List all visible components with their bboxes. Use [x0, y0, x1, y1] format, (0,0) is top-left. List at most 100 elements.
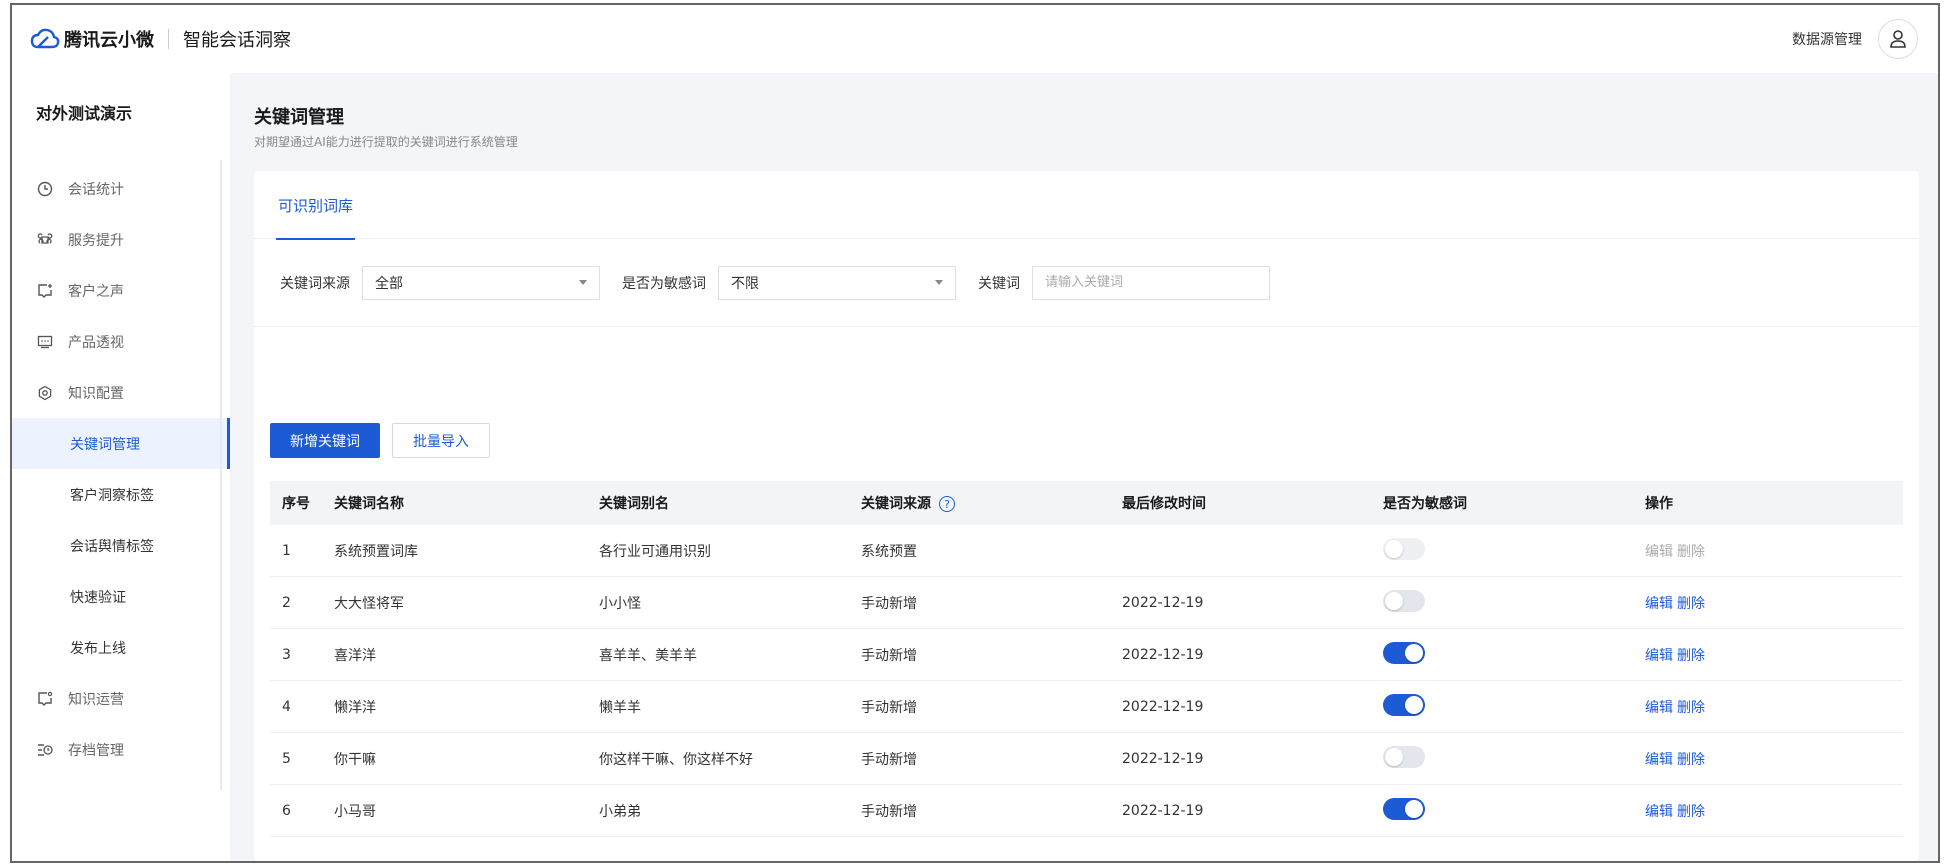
- sidebar-item[interactable]: 客户之声: [12, 265, 230, 316]
- tab-bar: 可识别词库: [254, 171, 1919, 240]
- sidebar-item[interactable]: 产品透视: [12, 316, 230, 367]
- row-number: 5: [282, 750, 291, 767]
- sensitive-select-value: 不限: [731, 275, 759, 292]
- keyword-source: 手动新增: [861, 699, 917, 716]
- sensitive-filter-label: 是否为敏感词: [622, 275, 706, 292]
- chevron-down-icon: [579, 279, 587, 285]
- row-actions: 编辑 删除: [1645, 697, 1845, 717]
- sidebar-item-label: 知识运营: [68, 691, 124, 708]
- column-header: 关键词别名: [599, 496, 669, 512]
- settings-icon: [36, 384, 54, 402]
- app-window: 腾讯云小微 智能会话洞察 数据源管理 对外测试演示 会话统计 服务提升客户之声产品…: [10, 3, 1940, 863]
- edit-button[interactable]: 编辑: [1645, 804, 1673, 820]
- delete-button[interactable]: 删除: [1677, 648, 1705, 664]
- keyword-name: 你干嘛: [334, 751, 376, 768]
- table-row: 2 大大怪将军 小小怪 手动新增 2022-12-19 编辑 删除: [270, 577, 1903, 629]
- sidebar-item[interactable]: 客户洞察标签: [12, 469, 230, 520]
- filter-bar: 关键词来源 全部 是否为敏感词 不限 关键词: [254, 239, 1919, 327]
- toggle-knob: [1405, 643, 1423, 662]
- sidebar: 对外测试演示 会话统计 服务提升客户之声产品透视知识配置关键词管理客户洞察标签 会话…: [12, 73, 230, 861]
- column-header: 最后修改时间: [1122, 496, 1206, 512]
- workspace-name[interactable]: 对外测试演示: [12, 73, 230, 151]
- sidebar-item[interactable]: 会话统计: [12, 163, 230, 214]
- row-number: 2: [282, 594, 291, 611]
- help-icon[interactable]: ?: [939, 496, 955, 512]
- sensitive-toggle[interactable]: [1383, 745, 1425, 768]
- archive-icon: [36, 741, 54, 759]
- keyword-name: 大大怪将军: [334, 595, 404, 612]
- sensitive-select[interactable]: 不限: [718, 265, 956, 300]
- sensitive-cell: [1383, 537, 1645, 564]
- table-row: 5 你干嘛 你这样干嘛、你这样不好 手动新增 2022-12-19 编辑 删除: [270, 733, 1903, 785]
- batch-import-button[interactable]: 批量导入: [392, 423, 490, 458]
- delete-button[interactable]: 删除: [1677, 700, 1705, 716]
- sidebar-item-label: 关键词管理: [70, 436, 140, 453]
- table-body: 1 系统预置词库 各行业可通用识别 系统预置 编辑 删除 2 大大怪将军 小小怪 手动新增 2022…: [270, 525, 1903, 837]
- sidebar-item-label: 客户洞察标签: [70, 487, 154, 504]
- delete-button[interactable]: 删除: [1677, 596, 1705, 612]
- keyword-alias: 喜羊羊、美羊羊: [599, 647, 697, 664]
- sensitive-toggle[interactable]: [1383, 693, 1425, 716]
- edit-button[interactable]: 编辑: [1645, 648, 1673, 664]
- sensitive-toggle[interactable]: [1383, 797, 1425, 820]
- sidebar-item-label: 快速验证: [70, 589, 126, 606]
- sidebar-item[interactable]: 存档管理: [12, 724, 230, 775]
- row-actions: 编辑 删除: [1645, 645, 1845, 665]
- sensitive-cell: [1383, 589, 1645, 616]
- sensitive-toggle[interactable]: [1383, 641, 1425, 664]
- sidebar-item[interactable]: 发布上线: [12, 622, 230, 673]
- edit-button[interactable]: 编辑: [1645, 700, 1673, 716]
- sidebar-item[interactable]: 会话舆情标签: [12, 520, 230, 571]
- edit-button[interactable]: 编辑: [1645, 752, 1673, 768]
- keyword-alias: 你这样干嘛、你这样不好: [599, 751, 753, 768]
- sidebar-item[interactable]: 知识运营: [12, 673, 230, 724]
- tab-recognizable-lexicon[interactable]: 可识别词库: [276, 171, 356, 240]
- sidebar-item-label: 客户之声: [68, 283, 124, 300]
- toggle-knob: [1385, 539, 1403, 558]
- brand-name: 腾讯云小微: [64, 30, 154, 51]
- source-select[interactable]: 全部: [362, 265, 600, 300]
- sidebar-item[interactable]: 关键词管理: [12, 418, 230, 469]
- edit-button: 编辑: [1645, 543, 1673, 560]
- avatar[interactable]: [1878, 19, 1918, 59]
- table-header: 序号 关键词名称 关键词别名 关键词来源? 最后修改时间 是否为敏感词 操作: [270, 481, 1903, 525]
- keyword-source: 手动新增: [861, 595, 917, 612]
- page-description: 对期望通过AI能力进行提取的关键词进行系统管理: [254, 135, 518, 149]
- message-box-icon: [36, 333, 54, 351]
- source-filter-label: 关键词来源: [280, 275, 350, 292]
- edit-button[interactable]: 编辑: [1645, 596, 1673, 612]
- sidebar-item-label: 知识配置: [68, 385, 124, 402]
- sidebar-item[interactable]: 服务提升: [12, 214, 230, 265]
- add-keyword-button[interactable]: 新增关键词: [270, 423, 380, 458]
- sensitive-toggle[interactable]: [1383, 589, 1425, 612]
- row-number: 4: [282, 698, 291, 715]
- clock-icon: [36, 180, 54, 198]
- source-select-value: 全部: [375, 275, 403, 292]
- sidebar-item[interactable]: 知识配置: [12, 367, 230, 418]
- keyword-source: 系统预置: [861, 543, 917, 560]
- table-row: 6 小马哥 小弟弟 手动新增 2022-12-19 编辑 删除: [270, 785, 1903, 837]
- row-number: 3: [282, 646, 291, 663]
- modified-date: 2022-12-19: [1122, 646, 1204, 663]
- row-actions: 编辑 删除: [1645, 541, 1845, 561]
- sidebar-item-label: 会话舆情标签: [70, 538, 154, 555]
- toggle-knob: [1385, 591, 1403, 610]
- keyword-name: 小马哥: [334, 803, 376, 820]
- keyword-search-input[interactable]: [1032, 265, 1270, 300]
- keyword-alias: 懒羊羊: [599, 699, 641, 716]
- delete-button[interactable]: 删除: [1677, 804, 1705, 820]
- keyword-name: 懒洋洋: [334, 699, 376, 716]
- cloud-logo-icon: [30, 28, 60, 49]
- keyword-alias: 小小怪: [599, 595, 641, 612]
- column-header-source: 关键词来源?: [861, 493, 1122, 513]
- datasource-management-link[interactable]: 数据源管理: [1792, 29, 1862, 49]
- column-header: 关键词来源: [861, 496, 931, 512]
- sensitive-cell: [1383, 641, 1645, 668]
- brand[interactable]: 腾讯云小微 智能会话洞察: [30, 26, 291, 52]
- page-title: 关键词管理: [254, 107, 344, 128]
- toggle-knob: [1405, 799, 1423, 818]
- sidebar-item[interactable]: 快速验证: [12, 571, 230, 622]
- delete-button[interactable]: 删除: [1677, 752, 1705, 768]
- table-row: 4 懒洋洋 懒羊羊 手动新增 2022-12-19 编辑 删除: [270, 681, 1903, 733]
- modified-date: 2022-12-19: [1122, 750, 1204, 767]
